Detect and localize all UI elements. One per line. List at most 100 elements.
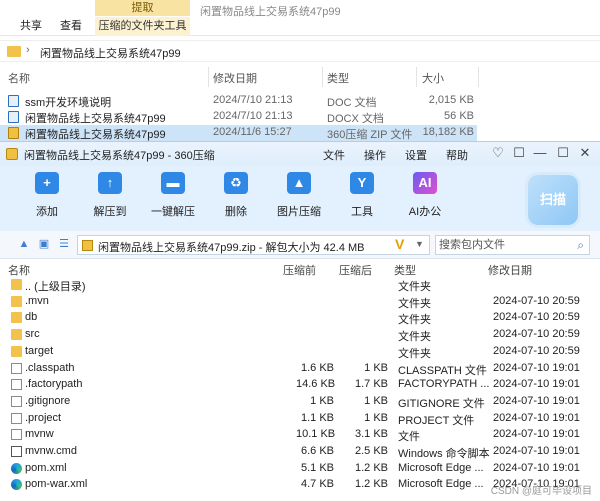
entry-name: src: [25, 328, 40, 341]
entry-uncompressed-size: 1 KB: [364, 394, 388, 407]
menu-file[interactable]: 文件: [323, 147, 345, 163]
file-date: 2024/7/10 21:13: [213, 110, 293, 122]
up-arrow-icon[interactable]: ▲: [18, 238, 30, 250]
archive-row[interactable]: .project 1.1 KB 1 KB PROJECT 文件 2024-07-10 1…: [0, 410, 600, 427]
folder-icon: [11, 295, 22, 307]
entry-name: pom-war.xml: [25, 478, 88, 491]
add-button[interactable]: + 添加: [17, 172, 77, 219]
archive-row[interactable]: .classpath 1.6 KB 1 KB CLASSPATH 文件 2024-07-…: [0, 360, 600, 377]
scan-badge[interactable]: 扫描: [528, 175, 578, 225]
script-file-icon: [11, 446, 22, 457]
tools-button[interactable]: Y 工具: [332, 172, 392, 219]
column-type[interactable]: 类型: [327, 70, 349, 86]
column-name[interactable]: 名称: [8, 70, 30, 86]
extract-to-button[interactable]: ↑ 解压到: [80, 172, 140, 219]
extract-icon: ↑: [98, 172, 122, 194]
file-date: 2024/7/10 21:13: [213, 94, 293, 106]
edge-browser-icon: [11, 462, 22, 474]
entry-name: .gitignore: [25, 394, 71, 407]
close-icon[interactable]: ✕: [577, 145, 593, 161]
entry-name: target: [25, 344, 54, 357]
archive-row[interactable]: pom.xml 5.1 KB 1.2 KB Microsoft Edge ... 202…: [0, 460, 600, 477]
entry-uncompressed-size: 1.7 KB: [354, 378, 388, 391]
file-name: 闲置物品线上交易系统47p99: [25, 113, 166, 125]
file-type: DOCX 文档: [327, 113, 384, 125]
column-date[interactable]: 修改日期: [213, 70, 257, 86]
archive-column-header: 名称 压缩前 压缩后 类型 修改日期: [0, 259, 600, 277]
archive-row[interactable]: .. (上级目录) 文件夹: [0, 276, 600, 293]
image-compress-button[interactable]: ▲ 图片压缩: [269, 172, 329, 219]
maximize-icon[interactable]: ☐: [555, 145, 571, 161]
ribbon-tab-share[interactable]: 共享: [20, 17, 42, 36]
explorer-column-header: 名称 修改日期 类型 大小: [0, 70, 600, 86]
column-divider[interactable]: [322, 67, 323, 87]
folder-icon: [11, 329, 22, 341]
archive-row[interactable]: src 文件夹 2024-07-10 20:59: [0, 326, 600, 343]
entry-name: mvnw.cmd: [25, 445, 77, 457]
column-size[interactable]: 大小: [422, 70, 444, 86]
tools-icon: Y: [350, 172, 374, 194]
chevron-down-icon[interactable]: ▼: [415, 239, 424, 249]
address-path[interactable]: 闲置物品线上交易系统47p99: [40, 45, 181, 61]
tool-label: 添加: [36, 206, 58, 218]
entry-modified: 2024-07-10 20:59: [493, 311, 580, 324]
shirt-skin-icon[interactable]: ♡: [490, 145, 506, 161]
ai-office-button[interactable]: AI AI办公: [395, 172, 455, 219]
edge-browser-icon: [11, 479, 22, 491]
zip-archive-icon: [82, 240, 93, 251]
search-icon[interactable]: ⌕: [577, 238, 584, 253]
column-divider[interactable]: [208, 67, 209, 87]
entry-compressed-size: 6.6 KB: [300, 445, 334, 457]
search-input[interactable]: [439, 238, 567, 252]
archive-row[interactable]: .factorypath 14.6 KB 1.7 KB FACTORYPATH ...…: [0, 376, 600, 393]
entry-type: 文件夹: [398, 281, 431, 293]
file-row[interactable]: ssm开发环境说明 2024/7/10 21:13 DOC 文档 2,015 K…: [0, 93, 600, 109]
folder-icon: [11, 279, 22, 290]
tool-label: 解压到: [93, 206, 127, 218]
address-bar[interactable]: › 闲置物品线上交易系统47p99: [0, 40, 600, 62]
entry-type: 文件夹: [398, 297, 431, 310]
file-icon: [11, 379, 22, 391]
entry-uncompressed-size: 3.1 KB: [354, 428, 388, 441]
entry-name: .classpath: [25, 361, 75, 374]
archive-row[interactable]: db 文件夹 2024-07-10 20:59: [0, 309, 600, 326]
delete-button[interactable]: ♻ 删除: [206, 172, 266, 219]
entry-uncompressed-size: 1.2 KB: [354, 478, 388, 491]
file-row-selected[interactable]: 闲置物品线上交易系统47p99 2024/11/6 15:27 360压缩 ZI…: [0, 125, 477, 141]
entry-modified: 2024-07-10 19:01: [493, 394, 580, 407]
ai-icon: AI: [413, 172, 437, 194]
feedback-icon[interactable]: ☐: [511, 145, 527, 161]
column-divider[interactable]: [416, 67, 417, 87]
search-box[interactable]: ⌕: [435, 235, 590, 255]
vip-icon[interactable]: V: [395, 236, 404, 252]
one-click-extract-button[interactable]: ▬ 一键解压: [143, 172, 203, 219]
archive-row[interactable]: .mvn 文件夹 2024-07-10 20:59: [0, 293, 600, 310]
entry-compressed-size: 5.1 KB: [300, 461, 334, 474]
entry-modified: 2024-07-10 19:01: [493, 445, 580, 457]
archive-path: 闲置物品线上交易系统47p99.zip - 解包大小为 42.4 MB: [98, 242, 365, 254]
file-row[interactable]: 闲置物品线上交易系统47p99 2024/7/10 21:13 DOCX 文档 …: [0, 109, 600, 125]
list-icon[interactable]: ☰: [58, 238, 70, 250]
menu-operation[interactable]: 操作: [364, 147, 386, 163]
archive-row[interactable]: mvnw 10.1 KB 3.1 KB 文件 2024-07-10 19:01: [0, 426, 600, 443]
file-name: ssm开发环境说明: [25, 97, 112, 109]
chevron-right-icon[interactable]: ›: [26, 44, 30, 56]
view-mode-icon[interactable]: ▣: [38, 238, 50, 250]
archive-row[interactable]: .gitignore 1 KB 1 KB GITIGNORE 文件 2024-07-10…: [0, 393, 600, 410]
entry-type: CLASSPATH 文件: [398, 364, 487, 377]
entry-compressed-size: 1 KB: [310, 394, 334, 407]
file-icon: [11, 429, 22, 441]
ribbon-context-header: 提取: [95, 0, 190, 16]
menu-settings[interactable]: 设置: [405, 147, 427, 163]
minimize-icon[interactable]: —: [532, 145, 548, 160]
archive-row[interactable]: target 文件夹 2024-07-10 20:59: [0, 343, 600, 360]
file-type: 360压缩 ZIP 文件: [327, 129, 413, 141]
column-divider[interactable]: [478, 67, 479, 87]
archive-path-box[interactable]: 闲置物品线上交易系统47p99.zip - 解包大小为 42.4 MB V ▼: [77, 235, 430, 255]
ribbon-tab-compressed-tools[interactable]: 压缩的文件夹工具: [95, 17, 190, 36]
archive-row[interactable]: mvnw.cmd 6.6 KB 2.5 KB Windows 命令脚本 2024-07-…: [0, 443, 600, 460]
menu-help[interactable]: 帮助: [446, 147, 468, 163]
ribbon-tab-view[interactable]: 查看: [60, 17, 82, 36]
title-bar[interactable]: 闲置物品线上交易系统47p99 - 360压缩 文件 操作 设置 帮助 ♡ ☐ …: [0, 142, 600, 166]
entry-uncompressed-size: 1.2 KB: [354, 461, 388, 474]
